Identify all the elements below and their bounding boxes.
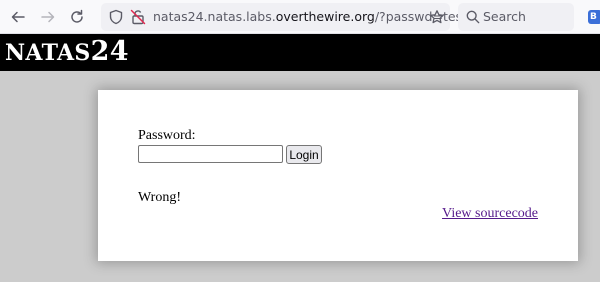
- url-prefix: natas24.natas.labs.: [153, 9, 276, 24]
- arrow-right-icon: [41, 11, 55, 23]
- reload-icon: [71, 9, 83, 23]
- password-input[interactable]: [138, 145, 283, 163]
- search-placeholder: Search: [483, 9, 526, 24]
- address-bar[interactable]: natas24.natas.labs.overthewire.org/?pass…: [101, 3, 467, 31]
- extension-icon[interactable]: B: [588, 10, 600, 24]
- url-text[interactable]: natas24.natas.labs.overthewire.org/?pass…: [153, 9, 467, 25]
- url-host: overthewire.org: [275, 9, 375, 24]
- forward-button[interactable]: [36, 5, 60, 29]
- natas-header: NATAS24: [0, 34, 600, 71]
- view-sourcecode-link[interactable]: View sourcecode: [442, 206, 538, 222]
- insecure-lock-icon[interactable]: [130, 9, 146, 25]
- content-panel: Password: Login Wrong! View sourcecode: [98, 90, 578, 261]
- search-box[interactable]: Search: [458, 3, 574, 31]
- title-text: NATAS: [5, 40, 91, 66]
- url-path: /?passwd=test: [374, 9, 467, 24]
- title-level: 24: [90, 36, 129, 67]
- reload-button[interactable]: [65, 5, 89, 29]
- search-icon: [466, 10, 480, 24]
- result-message: Wrong!: [138, 190, 181, 205]
- arrow-left-icon: [11, 11, 25, 23]
- password-label: Password:: [138, 128, 196, 143]
- browser-toolbar: natas24.natas.labs.overthewire.org/?pass…: [0, 0, 600, 34]
- shield-icon[interactable]: [108, 9, 124, 25]
- back-button[interactable]: [6, 5, 30, 29]
- login-button[interactable]: Login: [286, 145, 322, 164]
- bookmark-star-icon[interactable]: [429, 9, 445, 25]
- page-title: NATAS24: [5, 38, 129, 67]
